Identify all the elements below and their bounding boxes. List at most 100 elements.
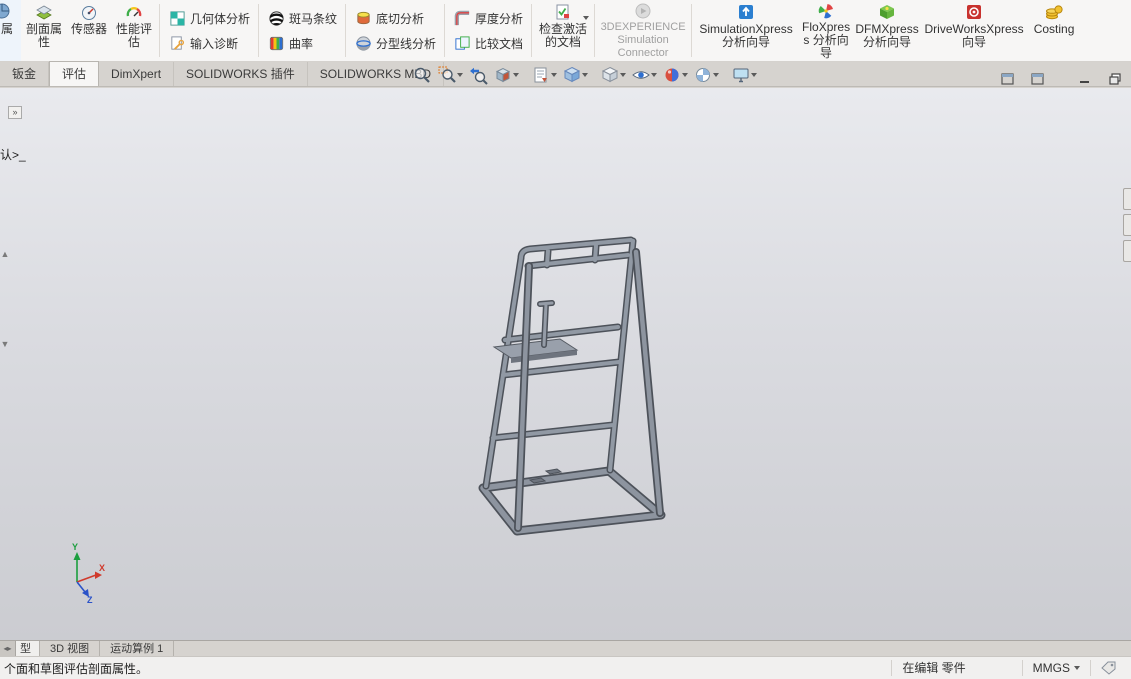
section-properties-label: 剖面属性 [25,22,62,49]
experience-connector-button: 3DEXPERIENCE Simulation Connector [597,0,689,61]
ribbon-separator [159,4,160,57]
sensors-button[interactable]: 传感器 [67,0,111,61]
thickness-analysis-icon [453,9,471,27]
simulationxpress-button[interactable]: SimulationXpress 分析向导 [694,0,798,61]
edit-appearance-button[interactable] [660,64,690,86]
task-pane-tab-3[interactable] [1123,240,1131,262]
mold-analysis-group: 底切分析 分型线分析 [348,0,442,61]
editing-status: 在编辑 零件 [891,660,975,676]
solidworks-window: 属 剖面属性 传感器 性能评估 几何体分析 输入诊断 斑马条纹 曲率 底切分析 … [0,0,1131,679]
apply-scene-icon [696,68,710,82]
status-bar: 个面和草图评估剖面属性。 在编辑 零件 MMGS [0,656,1131,679]
check-active-document-button[interactable]: 检查激活的文档 [534,0,592,61]
display-style-button[interactable] [598,64,628,86]
experience-connector-label: 3DEXPERIENCE Simulation Connector [600,21,686,59]
chevron-down-icon [513,73,519,77]
chevron-down-icon [651,73,657,77]
display-analysis-group: 斑马条纹 曲率 [261,0,343,61]
undercut-analysis-icon [354,9,372,27]
task-pane-tab-1[interactable] [1123,188,1131,210]
tab-evaluate[interactable]: 评估 [49,61,100,86]
performance-evaluation-button[interactable]: 性能评估 [111,0,157,61]
thickness-analysis-label: 厚度分析 [475,11,524,26]
curvature-icon [267,34,285,52]
tab-model[interactable]: 型 [16,641,40,656]
view-settings-button[interactable] [729,64,759,86]
check-active-document-icon [553,2,573,22]
geometry-analysis-button[interactable]: 几何体分析 [168,9,250,27]
tree-scroll-down-icon[interactable]: ▼ [0,338,10,350]
geometry-analysis-icon [168,9,186,27]
geometry-group: 几何体分析 输入诊断 [162,0,256,61]
previous-view-icon [470,67,488,85]
mass-properties-icon [0,2,12,22]
tab-sheet-metal[interactable]: 钣金 [0,62,50,86]
tab-solidworks-addins[interactable]: SOLIDWORKS 插件 [174,62,308,86]
feature-tree-flyout-button[interactable]: » [8,106,22,119]
parting-line-analysis-button[interactable]: 分型线分析 [354,34,436,52]
zoom-to-fit-button[interactable] [410,64,434,86]
section-properties-button[interactable]: 剖面属性 [21,0,67,61]
units-selector[interactable]: MMGS [1021,660,1090,676]
tag-icon [1101,661,1116,675]
import-diagnostics-button[interactable]: 输入诊断 [168,34,250,52]
cad-model-frame-stand[interactable] [483,240,661,531]
window-minimize-icon[interactable] [1077,72,1093,86]
zoom-to-area-button[interactable] [435,64,465,86]
doc-window-icon-b[interactable] [1029,72,1045,86]
triad-y-label: Y [72,542,78,552]
costing-icon [1044,2,1064,22]
previous-view-button[interactable] [466,64,490,86]
import-diagnostics-label: 输入诊断 [190,36,239,51]
dfmxpress-icon [877,2,897,22]
section-view-icon [495,67,511,83]
tab-3d-views[interactable]: 3D 视图 [40,641,101,656]
window-restore-icon[interactable] [1107,72,1123,86]
import-diagnostics-icon [168,34,186,52]
costing-label: Costing [1033,22,1075,36]
feature-tree-fragment: 认>_ [0,148,26,162]
thickness-analysis-button[interactable]: 厚度分析 [453,9,523,27]
view-settings-icon [733,68,749,83]
undercut-analysis-button[interactable]: 底切分析 [354,9,436,27]
section-properties-icon [34,2,54,22]
floxpress-button[interactable]: FloXpress 分析向导 [798,0,854,61]
driveworksxpress-button[interactable]: DriveWorksXpress 向导 [920,0,1028,61]
apply-scene-button[interactable] [691,64,721,86]
simulationxpress-label: SimulationXpress 分析向导 [699,22,793,49]
performance-evaluation-label: 性能评估 [115,22,152,49]
dfmxpress-button[interactable]: DFMXpress 分析向导 [854,0,920,61]
heads-up-view-toolbar [410,64,759,86]
chevron-down-icon [682,73,688,77]
mass-properties-button[interactable]: 属 [0,0,21,61]
annotation-views-button[interactable] [529,64,559,86]
compare-documents-button[interactable]: 比较文档 [453,34,523,52]
parting-line-analysis-icon [354,34,372,52]
zebra-stripes-button[interactable]: 斑马条纹 [267,9,337,27]
tab-motion-study-1[interactable]: 运动算例 1 [100,641,175,656]
experience-connector-icon [633,2,653,20]
mass-properties-label: 属 [1,22,14,36]
chevron-down-icon [551,73,557,77]
ribbon-separator [444,4,446,57]
curvature-button[interactable]: 曲率 [267,34,337,52]
doc-window-icon-a[interactable] [999,72,1015,86]
hide-show-items-button[interactable] [629,64,659,86]
compare-documents-label: 比较文档 [475,36,524,51]
tab-scroll-icon[interactable]: ◂▸ [0,641,16,656]
tree-scroll-up-icon[interactable]: ▲ [0,248,10,260]
view-orientation-button[interactable] [560,64,590,86]
status-tag-button[interactable] [1090,660,1127,676]
task-pane-collapsed [1122,88,1131,640]
simulationxpress-icon [736,2,756,22]
tab-dimxpert[interactable]: DimXpert [99,62,175,86]
graphics-area[interactable]: Y X Z » 认>_ ▲ ▼ [0,88,1131,640]
ribbon-separator [345,4,347,57]
view-orientation-icon [563,66,581,83]
task-pane-tab-2[interactable] [1123,214,1131,236]
section-view-button[interactable] [491,64,521,86]
undercut-analysis-label: 底切分析 [376,11,425,26]
document-window-controls [999,72,1131,86]
costing-button[interactable]: Costing [1028,0,1080,61]
parting-line-analysis-label: 分型线分析 [376,36,437,51]
